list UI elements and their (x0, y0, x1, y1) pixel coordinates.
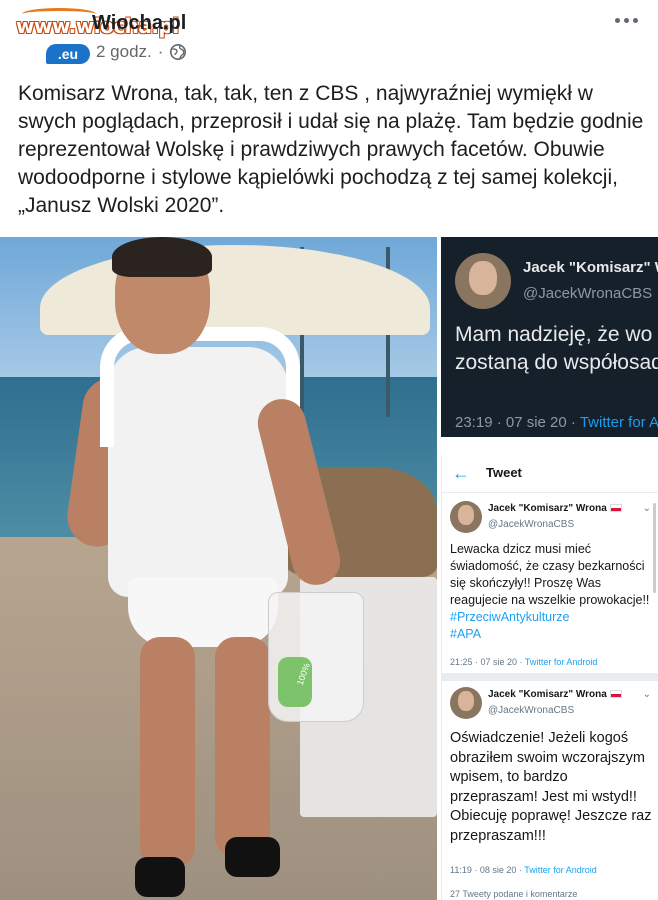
man-shoe-right (225, 837, 280, 877)
poland-flag-icon (609, 690, 622, 699)
post-header: www.wiocha.pl .eu Wiocha.pl 2 godz. · (0, 0, 658, 72)
hashtag-link[interactable]: #APA (450, 626, 655, 643)
tweet-time: 23:19 · 07 sie 20 · (455, 414, 576, 431)
chevron-down-icon[interactable]: ⌄ (643, 503, 651, 514)
tweet-screenshot-light: ← Tweet Jacek "Komisarz" Wrona @JacekWro… (441, 455, 658, 900)
tweet-source-link[interactable]: Twitter for Android (524, 865, 597, 875)
author-name[interactable]: Wiocha.pl (92, 12, 186, 35)
tweet-item[interactable]: Jacek "Komisarz" Wrona @JacekWronaCBS ⌄ … (442, 495, 658, 670)
tweet-source-link[interactable]: Twitter for Android (525, 657, 598, 667)
tweet-author-handle[interactable]: @JacekWronaCBS (523, 285, 652, 302)
tweet-text-block: Lewacka dzicz musi mieć świadomość, że c… (450, 541, 655, 643)
poland-flag-icon (609, 504, 622, 513)
tweet-divider (442, 673, 658, 681)
avatar[interactable] (455, 253, 511, 309)
tweet-timestamp: 21:25 · 07 sie 20 · Twitter for Android (450, 657, 597, 667)
beach-photo[interactable]: 100% (0, 237, 437, 900)
meta-separator: · (157, 42, 164, 61)
tweet-item[interactable]: Jacek "Komisarz" Wrona @JacekWronaCBS ⌄ … (442, 681, 658, 886)
tweet-text: Mam nadzieję, że wo "Margot" zostaną do … (455, 323, 658, 374)
post-text: Komisarz Wrona, tak, tak, ten z CBS , na… (18, 82, 644, 217)
tweet-timestamp: 23:19 · 07 sie 20 · Twitter for A (455, 414, 658, 431)
tweet-time: 21:25 · 07 sie 20 · (450, 657, 523, 667)
avatar[interactable] (450, 687, 482, 719)
globe-icon (170, 43, 187, 61)
tweet-author-handle[interactable]: @JacekWronaCBS (488, 705, 574, 716)
bag-print: 100% (278, 657, 312, 707)
tweet-author-name[interactable]: Jacek "Komisarz" Wrona (488, 503, 622, 514)
man-leg-left (140, 637, 195, 867)
tweet-text: Lewacka dzicz musi mieć świadomość, że c… (450, 542, 650, 607)
man-shoe-left (135, 857, 185, 897)
tweet-panel-header: ← Tweet (442, 455, 658, 493)
man-briefs (128, 577, 278, 647)
tweet-timestamp: 11:19 · 08 sie 20 · Twitter for Android (450, 865, 597, 875)
tweet-author-name[interactable]: Jacek "Komisarz" W (523, 259, 658, 276)
tweet-author-handle[interactable]: @JacekWronaCBS (488, 519, 574, 530)
post-timestamp[interactable]: 2 godz. (96, 42, 152, 62)
avatar[interactable] (450, 501, 482, 533)
tweet-screenshot-dark: Jacek "Komisarz" W @JacekWronaCBS Mam na… (441, 237, 658, 437)
tweet-source-link[interactable]: Twitter for A (580, 414, 658, 431)
tweet-text: Oświadczenie! Jeżeli kogoś obraziłem swo… (450, 730, 652, 844)
post-meta: 2 godz. · (96, 42, 187, 62)
man-hair (112, 237, 212, 277)
more-options-icon[interactable] (612, 12, 640, 28)
tweet-author-name[interactable]: Jacek "Komisarz" Wrona (488, 689, 622, 700)
logo-suffix: .eu (46, 44, 90, 64)
tweet-text-block: Oświadczenie! Jeżeli kogoś obraziłem swo… (450, 729, 655, 846)
hashtag-link[interactable]: #PrzeciwAntykulturze (450, 609, 655, 626)
tweet-panel-footer: 27 Tweety podane i komentarze (450, 889, 578, 899)
chevron-down-icon[interactable]: ⌄ (643, 689, 651, 700)
tweet-time: 11:19 · 08 sie 20 · (450, 865, 522, 875)
man-leg-right (215, 637, 270, 857)
arrow-left-icon[interactable]: ← (452, 463, 472, 483)
tweet-panel-title: Tweet (486, 465, 522, 480)
